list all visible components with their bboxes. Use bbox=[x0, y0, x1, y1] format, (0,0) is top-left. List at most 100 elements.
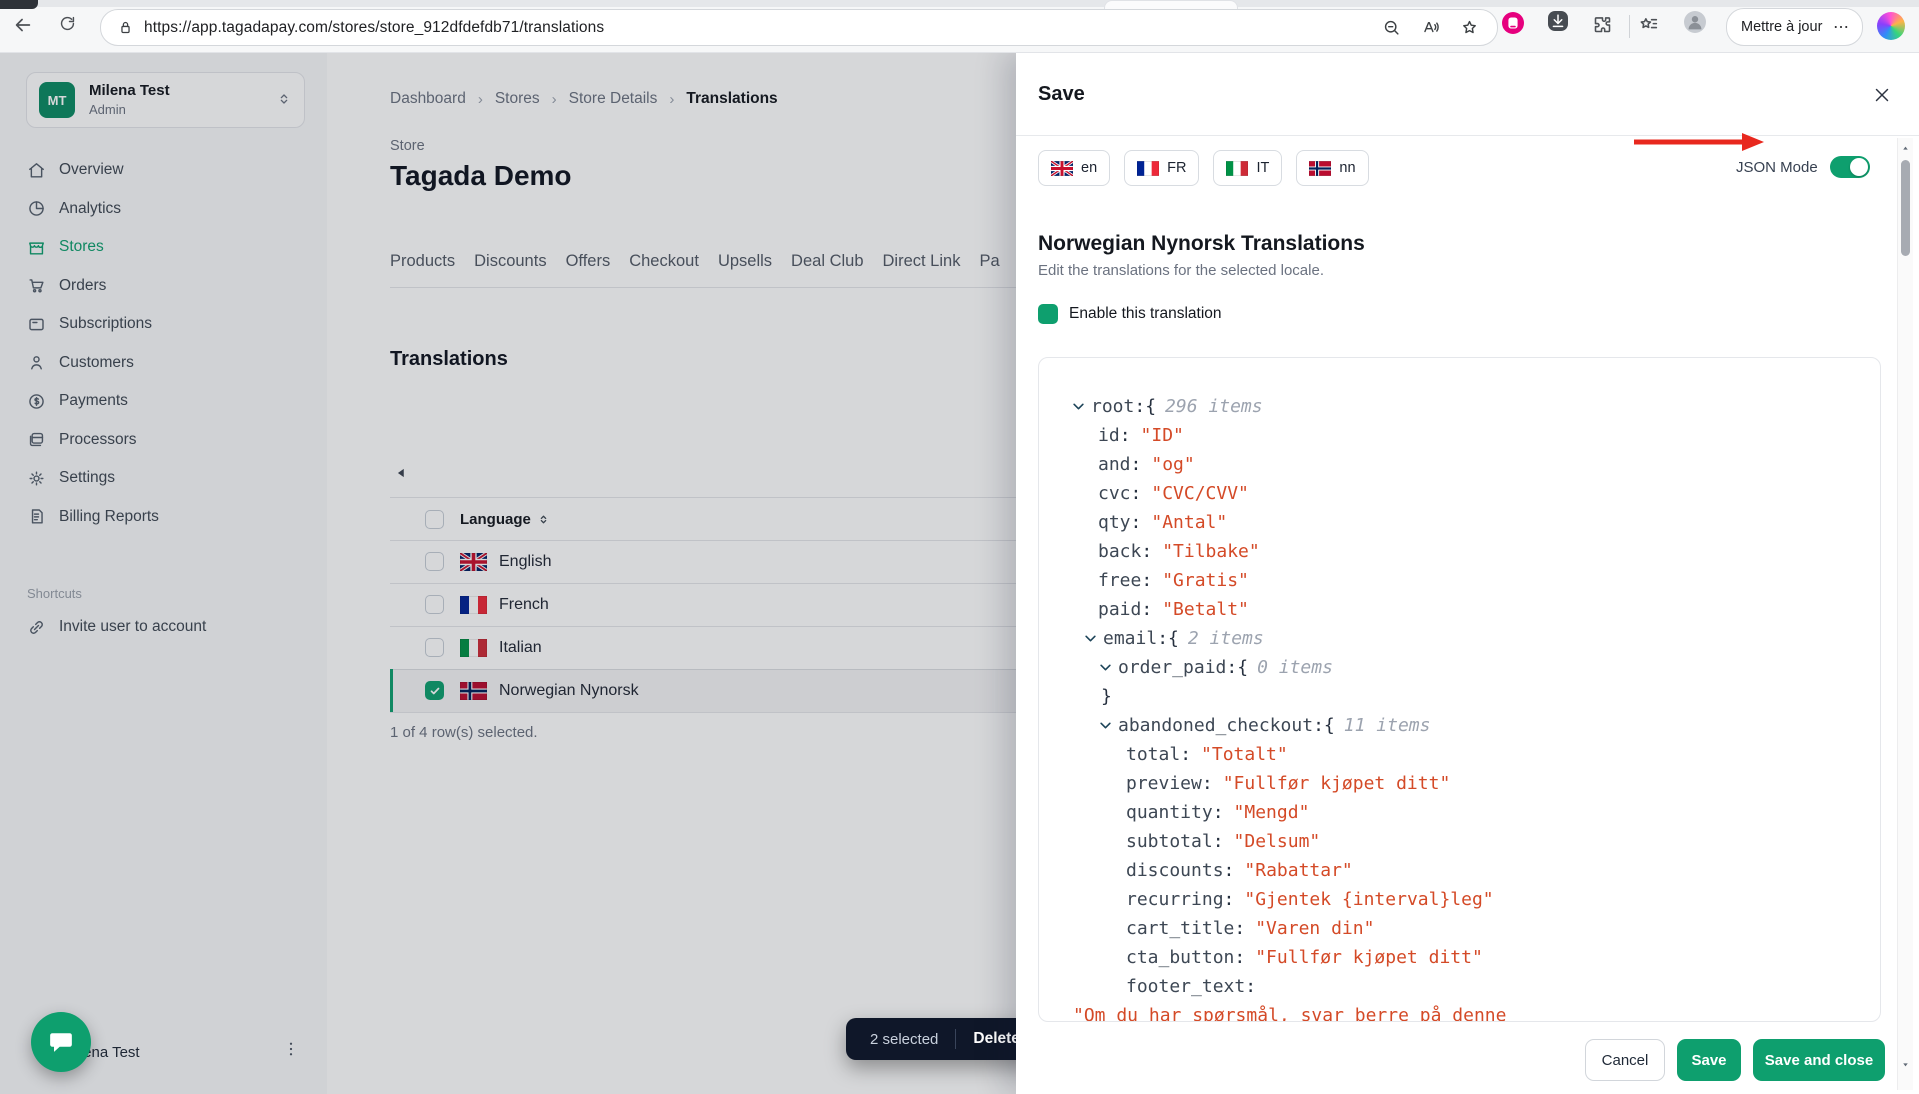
address-bar[interactable]: https://app.tagadapay.com/stores/store_9… bbox=[100, 9, 1498, 46]
json-key: email bbox=[1103, 628, 1158, 649]
panel-scrollbar[interactable] bbox=[1897, 138, 1913, 1090]
tree-collapse-icon[interactable] bbox=[1098, 660, 1113, 675]
extensions-puzzle-icon[interactable] bbox=[1592, 14, 1613, 35]
json-value: "Om du har spørsmål, svar berre på denne bbox=[1073, 1005, 1507, 1022]
drawer-footer: Cancel Save Save and close bbox=[1016, 1039, 1885, 1081]
tree-collapse-icon[interactable] bbox=[1098, 718, 1113, 733]
json-key: total bbox=[1126, 744, 1181, 765]
fr-flag-icon bbox=[1137, 160, 1160, 176]
screen: https://app.tagadapay.com/stores/store_9… bbox=[0, 0, 1919, 1094]
json-value: "Antal" bbox=[1151, 512, 1228, 533]
json-tree-line: paid: "Betalt" bbox=[1063, 595, 1506, 624]
json-editor-card: root:{ 296 items id: "ID" and: "og" cvc: "C… bbox=[1038, 357, 1881, 1022]
json-value: "ID" bbox=[1140, 425, 1184, 446]
locale-chip-fr[interactable]: FR bbox=[1124, 150, 1200, 186]
tab-fragment-light bbox=[1104, 0, 1238, 9]
more-options-icon[interactable] bbox=[1832, 18, 1850, 36]
json-key: recurring bbox=[1126, 889, 1224, 910]
locale-chip-nn[interactable]: nn bbox=[1296, 150, 1369, 186]
tree-collapse-icon[interactable] bbox=[1071, 399, 1086, 414]
json-value: "Varen din" bbox=[1255, 918, 1375, 939]
json-key: back bbox=[1098, 541, 1142, 562]
json-item-count: 0 items bbox=[1257, 657, 1333, 678]
json-tree-line: root:{ 296 items bbox=[1063, 392, 1506, 421]
json-mode-toggle[interactable] bbox=[1829, 156, 1870, 178]
save-and-close-button[interactable]: Save and close bbox=[1753, 1039, 1885, 1081]
json-tree-line: preview: "Fullfør kjøpet ditt" bbox=[1063, 769, 1506, 798]
enable-translation-row: Enable this translation bbox=[1038, 304, 1222, 324]
json-tree-line: and: "og" bbox=[1063, 450, 1506, 479]
browser-toolbar: https://app.tagadapay.com/stores/store_9… bbox=[0, 0, 1919, 53]
json-key: discounts bbox=[1126, 860, 1224, 881]
zoom-out-icon[interactable] bbox=[1382, 18, 1401, 37]
delete-button[interactable]: Delete bbox=[973, 1030, 1020, 1048]
copilot-icon[interactable] bbox=[1877, 12, 1905, 40]
tree-collapse-icon[interactable] bbox=[1083, 631, 1098, 646]
enable-translation-checkbox[interactable] bbox=[1038, 304, 1058, 324]
close-icon[interactable] bbox=[1871, 84, 1893, 106]
json-tree-line: order_paid:{ 0 items bbox=[1063, 653, 1506, 682]
drawer-header-divider bbox=[1016, 135, 1919, 136]
locale-code: IT bbox=[1256, 160, 1270, 176]
json-value: "Fullfør kjøpet ditt" bbox=[1255, 947, 1483, 968]
json-tree-line: "Om du har spørsmål, svar berre på denne bbox=[1063, 1001, 1507, 1022]
json-tree-line: qty: "Antal" bbox=[1063, 508, 1506, 537]
tab-fragment-dark bbox=[0, 0, 38, 9]
json-mode-control: JSON Mode bbox=[1736, 150, 1870, 184]
locale-chip-it[interactable]: IT bbox=[1213, 150, 1283, 186]
annotation-arrow bbox=[1632, 131, 1766, 153]
json-key: root bbox=[1091, 396, 1135, 417]
json-tree-line: subtotal: "Delsum" bbox=[1063, 827, 1506, 856]
refresh-icon[interactable] bbox=[58, 14, 77, 33]
read-aloud-icon[interactable] bbox=[1421, 18, 1440, 37]
scrollbar-thumb[interactable] bbox=[1901, 160, 1910, 256]
scroll-up-icon[interactable] bbox=[1901, 144, 1910, 153]
json-tree-line: cart_title: "Varen din" bbox=[1063, 914, 1506, 943]
json-close-brace: } bbox=[1101, 686, 1112, 707]
json-item-count: 296 items bbox=[1165, 396, 1263, 417]
json-key: cta_button bbox=[1126, 947, 1235, 968]
back-icon[interactable] bbox=[12, 14, 34, 36]
chat-launcher[interactable] bbox=[31, 1012, 91, 1072]
locale-chip-en[interactable]: en bbox=[1038, 150, 1111, 186]
json-value: "og" bbox=[1151, 454, 1195, 475]
lock-icon[interactable] bbox=[117, 19, 134, 36]
extension-dark-icon[interactable] bbox=[1548, 11, 1568, 31]
json-tree-line: back: "Tilbake" bbox=[1063, 537, 1506, 566]
url-text[interactable]: https://app.tagadapay.com/stores/store_9… bbox=[144, 19, 604, 37]
cancel-button[interactable]: Cancel bbox=[1585, 1039, 1665, 1081]
save-button[interactable]: Save bbox=[1677, 1039, 1741, 1081]
json-value: "CVC/CVV" bbox=[1151, 483, 1249, 504]
chat-bubble-icon bbox=[47, 1028, 75, 1056]
json-item-count: 2 items bbox=[1187, 628, 1264, 649]
locale-subheading: Edit the translations for the selected l… bbox=[1038, 262, 1324, 279]
json-key: cart_title bbox=[1126, 918, 1235, 939]
json-key: order_paid bbox=[1118, 657, 1227, 678]
json-tree-line: footer_text: bbox=[1063, 972, 1506, 1001]
extension-pink-icon[interactable] bbox=[1502, 12, 1524, 34]
favorite-star-icon[interactable] bbox=[1460, 18, 1479, 37]
json-value: "Tilbake" bbox=[1162, 541, 1260, 562]
json-tree-line: abandoned_checkout:{ 11 items bbox=[1063, 711, 1506, 740]
json-tree-line: recurring: "Gjentek {interval}leg" bbox=[1063, 885, 1506, 914]
json-value: "Totalt" bbox=[1201, 744, 1288, 765]
collections-icon[interactable] bbox=[1638, 14, 1659, 35]
no-flag-icon bbox=[1309, 160, 1332, 176]
browser-profile-avatar[interactable] bbox=[1684, 11, 1706, 33]
scroll-down-icon[interactable] bbox=[1901, 1060, 1910, 1069]
tab-strip bbox=[0, 0, 1919, 7]
drawer-title: Save bbox=[1038, 83, 1085, 105]
json-key: qty bbox=[1098, 512, 1131, 533]
json-value: "Mengd" bbox=[1233, 802, 1310, 823]
json-value: "Gjentek {interval}leg" bbox=[1244, 889, 1494, 910]
json-value: "Fullfør kjøpet ditt" bbox=[1222, 773, 1451, 794]
toggle-knob bbox=[1849, 158, 1868, 176]
browser-update-button[interactable]: Mettre à jour bbox=[1726, 8, 1864, 46]
it-flag-icon bbox=[1226, 160, 1249, 176]
json-value: "Betalt" bbox=[1162, 599, 1249, 620]
json-key: free bbox=[1098, 570, 1142, 591]
json-tree: root:{ 296 items id: "ID" and: "og" cvc: "C… bbox=[1063, 392, 1507, 1022]
locale-chips: en FR IT nn bbox=[1038, 150, 1369, 186]
toast-selected-count: 2 selected bbox=[870, 1030, 939, 1048]
browser-update-label: Mettre à jour bbox=[1741, 19, 1823, 35]
